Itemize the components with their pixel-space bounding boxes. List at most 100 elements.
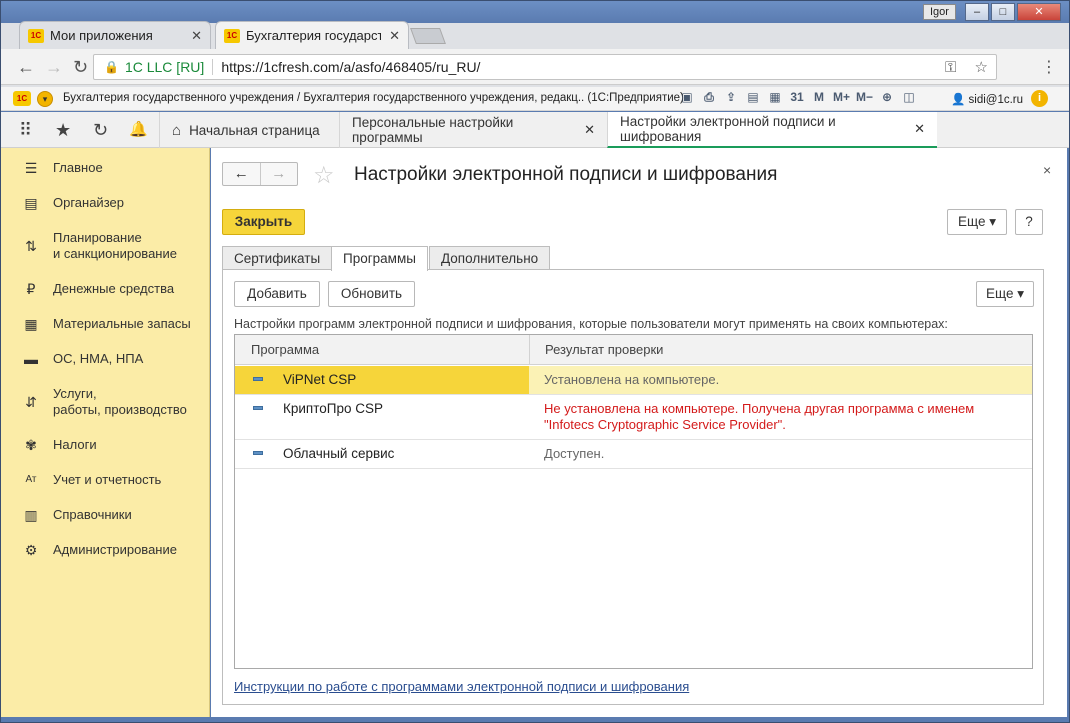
table-row[interactable]: Облачный сервис Доступен.	[235, 440, 1032, 469]
tab-programs[interactable]: Программы	[331, 246, 428, 271]
form-nav: ← →	[222, 162, 298, 186]
forward-icon[interactable]: →	[45, 57, 63, 78]
programs-table: Программа Результат проверки ViPNet CSP …	[234, 334, 1033, 669]
upload-icon[interactable]: ⇪	[723, 90, 739, 105]
tab-personal-settings[interactable]: Персональные настройки программы ✕	[339, 112, 607, 148]
app-caption: Бухгалтерия государственного учреждения …	[63, 92, 684, 104]
form-close-icon[interactable]: ×	[1043, 162, 1051, 178]
program-item-icon	[253, 406, 263, 410]
sidebar-item-main[interactable]: ☰ Главное	[23, 160, 103, 176]
gear-icon: ⚙	[24, 542, 38, 558]
preview-icon[interactable]: ▤	[745, 90, 761, 105]
more-button[interactable]: Еще ▾	[947, 209, 1007, 235]
form-area: ← → ☆ Настройки электронной подписи и ши…	[211, 148, 1067, 717]
1c-logo-icon: 1С	[224, 28, 240, 43]
sidebar-item-planning[interactable]: ⇅ Планирование и санкционирование	[23, 230, 177, 262]
url-text[interactable]: https://1cfresh.com/a/asfo/468405/ru_RU/	[221, 59, 480, 75]
favorite-star-icon[interactable]: ☆	[313, 161, 335, 190]
window-close-button[interactable]: ✕	[1017, 3, 1061, 21]
favorites-icon[interactable]: ★	[55, 120, 71, 141]
table-header: Программа Результат проверки	[235, 335, 1032, 365]
panel-icon[interactable]: ◫	[901, 90, 917, 105]
apps-grid-icon[interactable]: ⠿	[19, 120, 32, 141]
browser-tab-accounting[interactable]: 1С Бухгалтерия государстве ✕	[215, 21, 409, 49]
form-forward-icon[interactable]: →	[259, 163, 298, 185]
table-row[interactable]: КриптоПро CSP Не установлена на компьюте…	[235, 395, 1032, 440]
memory-plus-icon[interactable]: M+	[833, 90, 850, 105]
emblem-icon: ✾	[25, 437, 37, 453]
sidebar-item-fixed-assets[interactable]: ▬ ОС, НМА, НПА	[23, 351, 143, 367]
browser-menu-icon[interactable]: ⋮	[1041, 57, 1057, 77]
tab-close-icon[interactable]: ✕	[389, 28, 400, 44]
zoom-icon[interactable]: ⊕	[879, 90, 895, 105]
new-tab-button[interactable]	[410, 28, 446, 44]
browser-window: Igor – □ ✕ 1С Мои приложения ✕ 1С Бухгал…	[0, 0, 1070, 723]
check-result: Установлена на компьютере.	[544, 372, 720, 387]
add-button[interactable]: Добавить	[234, 281, 320, 307]
sidebar-item-services[interactable]: ⇵ Услуги, работы, производство	[23, 386, 187, 418]
instructions-link[interactable]: Инструкции по работе с программами элект…	[234, 679, 689, 694]
tab-home[interactable]: ⌂ Начальная страница	[159, 112, 334, 148]
minimize-button[interactable]: –	[965, 3, 989, 21]
close-button[interactable]: Закрыть	[222, 209, 305, 235]
sidebar-item-reporting[interactable]: Ат Учет и отчетность	[23, 472, 161, 488]
maximize-button[interactable]: □	[991, 3, 1015, 21]
table-row[interactable]: ViPNet CSP Установлена на компьютере.	[235, 366, 1032, 395]
key-icon[interactable]: ⚿	[945, 59, 956, 76]
program-name: КриптоПро CSP	[283, 401, 383, 416]
inventory-icon: ▦	[24, 316, 38, 332]
reload-icon[interactable]: ↻	[73, 57, 88, 78]
calculator-icon[interactable]: ▦	[767, 90, 783, 105]
print-icon[interactable]: ⎙	[701, 90, 717, 105]
sidebar-item-money[interactable]: ₽ Денежные средства	[23, 281, 175, 297]
description-text: Настройки программ электронной подписи и…	[234, 317, 948, 331]
accounting-icon: Ат	[25, 474, 37, 485]
notifications-icon[interactable]: 🔔	[129, 120, 148, 138]
column-header-result[interactable]: Результат проверки	[545, 335, 663, 365]
column-header-program[interactable]: Программа	[251, 335, 319, 365]
tab-close-icon[interactable]: ✕	[191, 28, 202, 44]
info-icon[interactable]: i	[1031, 90, 1048, 107]
tab-certificates[interactable]: Сертификаты	[222, 246, 333, 270]
sidebar-item-organizer[interactable]: ▤ Органайзер	[23, 195, 124, 211]
sidebar-item-taxes[interactable]: ✾ Налоги	[23, 437, 96, 453]
bookmark-star-icon[interactable]: ☆	[975, 59, 988, 76]
form-back-icon[interactable]: ←	[223, 163, 260, 185]
calendar-icon[interactable]: 31	[789, 90, 805, 105]
clipboard-icon: ▤	[24, 195, 38, 211]
save-icon[interactable]: ▣	[679, 90, 695, 105]
memory-minus-icon[interactable]: M−	[856, 90, 873, 105]
program-name: ViPNet CSP	[283, 372, 357, 387]
services-icon: ⇵	[25, 394, 37, 410]
section-bar: ⠿ ★ ↻ 🔔 ⌂ Начальная страница Персональны…	[1, 112, 1069, 148]
tab-signature-settings[interactable]: Настройки электронной подписи и шифрован…	[607, 112, 937, 148]
user-badge[interactable]: Igor	[923, 4, 956, 20]
tab-additional[interactable]: Дополнительно	[429, 246, 551, 270]
toolbar-tools: ▣ ⎙ ⇪ ▤ ▦ 31 M M+ M− ⊕ ◫	[679, 90, 917, 105]
1c-logo-icon: 1С	[13, 91, 31, 106]
sidebar-item-inventory[interactable]: ▦ Материальные запасы	[23, 316, 190, 332]
ruble-icon: ₽	[26, 281, 36, 297]
panel-more-button[interactable]: Еще ▾	[976, 281, 1034, 307]
address-bar[interactable]: 🔒 1C LLC [RU] https://1cfresh.com/a/asfo…	[93, 54, 997, 80]
back-icon[interactable]: ←	[17, 57, 35, 78]
help-button[interactable]: ?	[1015, 209, 1043, 235]
user-account[interactable]: 👤 sidi@1c.ru	[951, 92, 1023, 106]
sidebar-item-references[interactable]: ▥ Справочники	[23, 507, 131, 523]
browser-tab-my-apps[interactable]: 1С Мои приложения ✕	[19, 21, 211, 49]
book-icon: ▥	[24, 507, 38, 523]
tab-close-icon[interactable]: ✕	[914, 121, 925, 137]
1c-toolbar: 1С ▾ Бухгалтерия государственного учрежд…	[1, 87, 1069, 111]
page-title: Настройки электронной подписи и шифрован…	[354, 164, 778, 185]
memory-icon[interactable]: M	[811, 90, 827, 105]
address-row: ← → ↻ 🔒 1C LLC [RU] https://1cfresh.com/…	[1, 49, 1069, 85]
site-identity[interactable]: 1C LLC [RU]	[125, 59, 204, 75]
sidebar-item-admin[interactable]: ⚙ Администрирование	[23, 542, 177, 558]
sidebar: ☰ Главное ▤ Органайзер ⇅ Планирование и сан…	[1, 148, 210, 717]
menu-lines-icon: ☰	[24, 160, 38, 176]
main-menu-icon[interactable]: ▾	[37, 91, 53, 107]
refresh-button[interactable]: Обновить	[328, 281, 415, 307]
tab-close-icon[interactable]: ✕	[584, 122, 595, 138]
programs-panel: Добавить Обновить Еще ▾ Настройки програ…	[222, 269, 1044, 705]
history-icon[interactable]: ↻	[93, 120, 108, 141]
